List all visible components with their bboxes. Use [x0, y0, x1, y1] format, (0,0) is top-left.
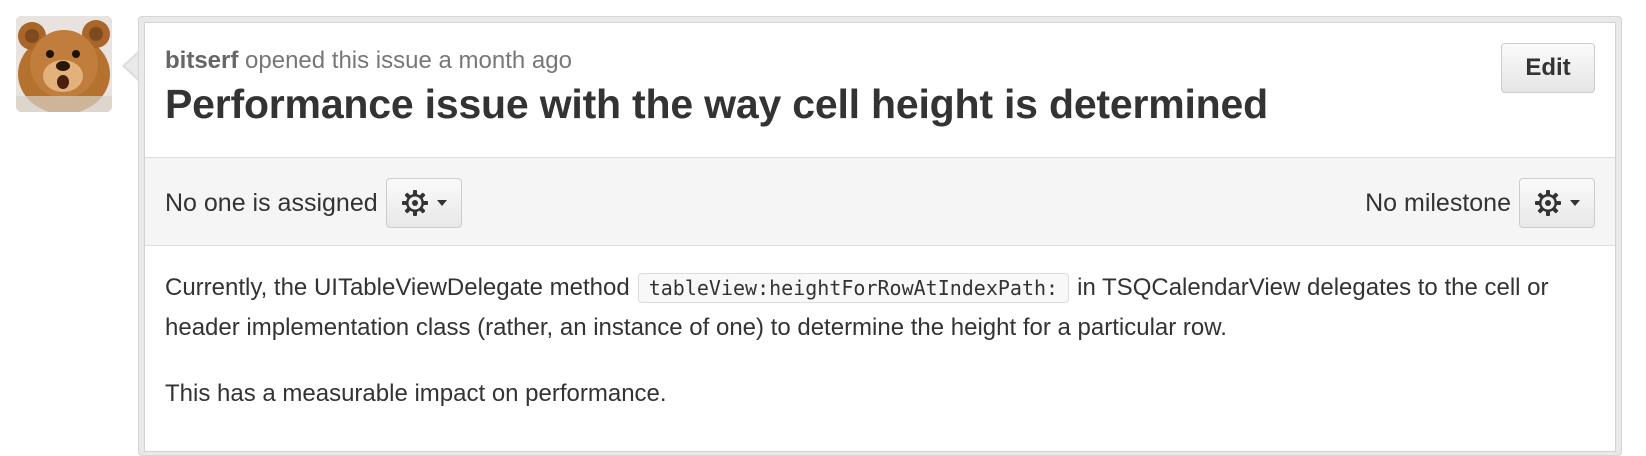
caret-down-icon [436, 200, 447, 206]
author-link[interactable]: bitserf [165, 47, 238, 74]
author-avatar[interactable] [16, 16, 112, 112]
body-paragraph: Currently, the UITableViewDelegate metho… [165, 268, 1595, 348]
issue-body: Currently, the UITableViewDelegate metho… [145, 246, 1615, 414]
assignee-settings-button[interactable] [385, 178, 462, 228]
caret-down-icon [1570, 200, 1580, 206]
discussion-sidebar-bar: No one is assigned No milestone [145, 158, 1615, 246]
assignee-label: No one is assigned [165, 188, 378, 217]
body-paragraph: This has a measurable impact on performa… [165, 380, 667, 407]
opened-text: opened this issue a month ago [238, 47, 572, 74]
inline-code: tableView:heightForRowAtIndexPath: [637, 273, 1070, 303]
gear-icon [1535, 190, 1561, 216]
assignee-section: No one is assigned [165, 178, 462, 228]
edit-button[interactable]: Edit [1501, 43, 1595, 93]
body-text: Currently, the UITableViewDelegate metho… [165, 274, 630, 301]
issue-container: bitserf opened this issue a month ago Pe… [144, 22, 1616, 452]
milestone-section: No milestone [1365, 178, 1595, 228]
issue-meta: bitserf opened this issue a month ago [165, 47, 572, 75]
milestone-settings-button[interactable] [1519, 178, 1595, 228]
gear-icon [401, 190, 428, 216]
teddy-bear-avatar-image [16, 16, 112, 112]
issue-header: bitserf opened this issue a month ago Pe… [145, 23, 1615, 158]
milestone-label: No milestone [1365, 188, 1511, 217]
issue-title: Performance issue with the way cell heig… [165, 81, 1268, 127]
